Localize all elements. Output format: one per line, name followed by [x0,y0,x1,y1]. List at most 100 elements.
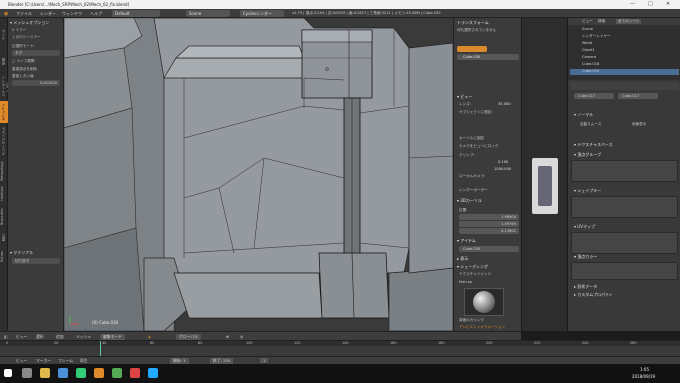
texture-space-section[interactable]: ▾ テクスチャスペース [574,142,613,148]
tab-grease-pencil[interactable]: グリースペンシル [0,124,8,158]
tab-display[interactable]: 表示 [0,230,8,246]
tab-options[interactable]: オプション [0,101,8,123]
outliner-menu-search[interactable]: 検索 [598,19,605,24]
topology-mirror-option[interactable]: トポロジーミラー [12,35,41,40]
maximize-button[interactable]: □ [648,1,653,7]
matcap-preview[interactable] [464,288,504,316]
view-section-header[interactable]: ▾ ビュー [457,94,472,100]
blender-logo-icon[interactable]: ◉ [4,11,8,17]
cursor-y-field[interactable]: 1.59769 [459,221,519,227]
mesh-datablock-field[interactable]: Cube.017 [618,93,658,99]
outliner-row-ghost1[interactable]: Ghost1 [570,48,679,54]
menu-file[interactable]: ファイル [16,11,32,17]
lock-camera-checkbox[interactable]: カメラをビューにロック [459,144,499,149]
menu-render[interactable]: レンダー [40,11,56,17]
x-mirror-option[interactable]: X ミラー [12,28,26,33]
live-unwrap-option[interactable]: □ ライブ展開 [12,59,35,64]
line-app-icon[interactable] [112,368,122,378]
shape-keys-list[interactable] [571,196,678,218]
editor-app-icon[interactable] [148,368,158,378]
normals-section[interactable]: ▾ ノーマル [574,112,593,118]
clip-end-value[interactable]: 1000.000 [494,167,511,171]
tab-hardops[interactable]: Hardops [0,184,8,204]
outliner-menu-view[interactable]: ビュー [582,19,593,24]
timeline-tick-label: 200 [486,341,493,345]
clock-time[interactable]: 1:05 [640,367,649,372]
cursor-x-field[interactable]: 1.98904 [459,214,519,220]
cursor-z-field[interactable]: 0.13601 [459,228,519,234]
material-option-dropdown[interactable]: 切り抜き [12,258,60,264]
matcap-checkbox[interactable]: Matcap [459,280,472,284]
vertex-groups-list[interactable] [571,160,678,182]
ambient-occlusion-checkbox[interactable]: アンビエントオクルージョン [459,325,505,330]
snap-icon[interactable]: ⊕ [226,334,229,339]
start-menu-icon[interactable] [4,369,12,377]
outliner-row-render-layers[interactable]: レンダーレイヤー [570,34,679,40]
blender-taskbar-icon[interactable] [94,368,104,378]
edge-mode-dropdown[interactable]: タグ [12,50,60,56]
outliner-row-cube-018[interactable]: Cube.018 [570,62,679,68]
media-app-icon[interactable] [130,368,140,378]
outliner-row-cube-019[interactable]: Cube.019 [570,69,679,75]
proportional-edit-icon[interactable]: ◎ [240,334,243,339]
threshold-field[interactable]: 0.001000 [12,80,60,86]
outliner-row-scene[interactable]: Scene [570,27,679,33]
tab-retopology[interactable]: Retopology [0,159,8,183]
display-section-header[interactable]: ▸ 表示 [457,256,468,262]
render-engine-selector[interactable]: Cyclesレンダー [240,10,284,17]
tab-tools[interactable]: ツール [0,20,8,50]
item-name-field[interactable]: Cube.030 [459,246,519,252]
object-name-field[interactable]: Cube.030 [457,54,519,60]
search-icon[interactable] [22,368,32,378]
shading-section-header[interactable]: ▾ シェーディング [457,264,488,270]
mesh-options-header[interactable]: ▾ メッシュオプション [10,20,49,26]
cursor-section-header[interactable]: ▾ 3Dカーソル [457,198,482,204]
close-button[interactable]: ✕ [666,1,670,7]
camera-preview[interactable] [521,18,567,331]
transform-header[interactable]: トランスフォーム [457,20,489,26]
vertex-colors-list[interactable] [571,262,678,280]
geometry-data-section[interactable]: ▸ 形状データ [574,284,597,290]
3d-viewport[interactable]: (0) Cube.030 [64,18,453,331]
layout-selector[interactable]: Default [112,10,160,17]
menu-help[interactable]: ヘルプ [90,11,102,17]
browser-icon[interactable] [58,368,68,378]
object-datablock-field[interactable]: Cube.017 [574,93,614,99]
double-sided-checkbox[interactable]: 両面表示 [632,122,646,127]
minimize-button[interactable]: — [630,1,635,7]
shape-keys-section[interactable]: ▾ シェイプキー [574,188,601,194]
vertex-colors-section[interactable]: ▾ 頂点カラー [574,254,597,260]
item-section-header[interactable]: ▾ アイテム [457,238,476,244]
chat-app-icon[interactable] [76,368,86,378]
view-tab[interactable] [457,46,487,52]
material-header[interactable]: ▾ マテリアル [10,250,33,256]
tab-shading-uv[interactable]: シェーディング/UV [0,74,10,100]
lens-value[interactable]: 35.000 [498,102,511,106]
current-frame-marker[interactable] [100,341,101,357]
custom-properties-section[interactable]: ▸ カスタムプロパティ [574,292,613,298]
timeline[interactable]: 0 20 40 60 80 100 120 140 160 180 200 220 240 260 [0,340,680,357]
tab-create[interactable]: 作成 [0,51,8,73]
clip-start-value[interactable]: 0.100 [498,160,508,164]
outliner-row-world[interactable]: World [570,41,679,47]
pivot-icon[interactable]: ◈ [148,334,151,339]
render-border-checkbox[interactable]: レンダーボーダー [459,188,488,193]
texture-solid-checkbox[interactable]: テクスチャソリッド [459,272,491,277]
current-frame-field[interactable]: 1 [260,358,269,363]
outliner-display-mode[interactable]: 全てのシーン [616,19,642,24]
auto-smooth-checkbox[interactable]: 自動スムーズ [580,122,601,127]
tab-extras[interactable]: Extras [0,247,8,265]
lock-cursor-checkbox[interactable]: カーソルに固定 [459,136,484,141]
file-explorer-icon[interactable] [40,368,50,378]
vertex-groups-section[interactable]: ▾ 頂点グループ [574,152,601,158]
menu-window[interactable]: ウィンドウ [62,11,82,17]
clock-date[interactable]: 2018/09/19 [632,374,655,379]
scene-selector[interactable]: Scene [186,10,230,17]
editor-type-icon[interactable]: ◧ [4,334,8,339]
backface-culling-checkbox[interactable]: 背面のカリング [459,318,484,323]
properties-context-tabs[interactable] [570,82,679,90]
outliner-row-camera[interactable]: Camera [570,55,679,61]
uv-maps-section[interactable]: ▾ UVマップ [574,224,595,230]
tab-boxcutter[interactable]: Boxcutter [0,205,8,229]
uv-maps-list[interactable] [571,232,678,254]
